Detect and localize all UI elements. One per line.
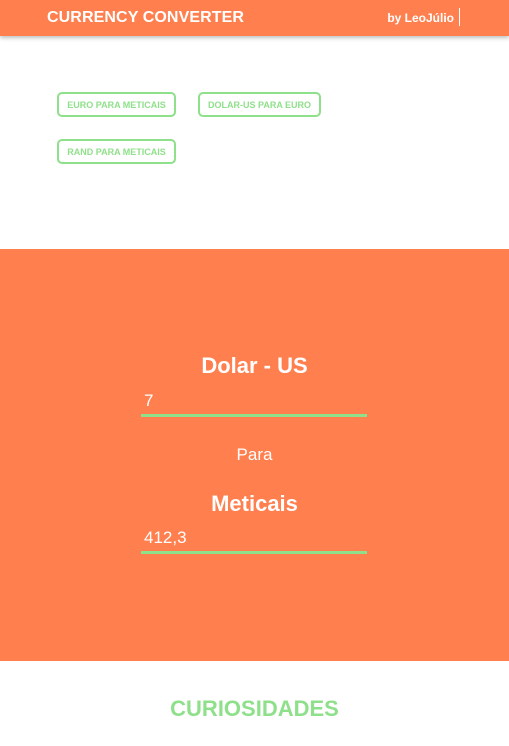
to-currency-label: Meticais	[211, 491, 298, 516]
euro-to-meticais-button[interactable]: EURO PARA METICAIS	[57, 92, 176, 117]
connector-label: Para	[236, 445, 273, 464]
author-credit: by LeoJúlio	[387, 11, 454, 25]
converter-panel: Dolar - US 7 Para Meticais 412,3	[0, 249, 509, 661]
to-amount-output[interactable]: 412,3	[141, 526, 367, 554]
app-header: CURRENCY CONVERTER by LeoJúlio	[0, 0, 509, 36]
dollar-to-euro-button[interactable]: DOLAR-US PARA EURO	[198, 92, 321, 117]
from-amount-input[interactable]: 7	[141, 389, 367, 417]
header-divider	[459, 8, 460, 26]
rand-to-meticais-button[interactable]: RAND PARA METICAIS	[57, 139, 176, 164]
app-title: CURRENCY CONVERTER	[47, 9, 245, 26]
curiosidades-heading: CURIOSIDADES	[170, 696, 339, 721]
from-currency-label: Dolar - US	[201, 353, 308, 378]
